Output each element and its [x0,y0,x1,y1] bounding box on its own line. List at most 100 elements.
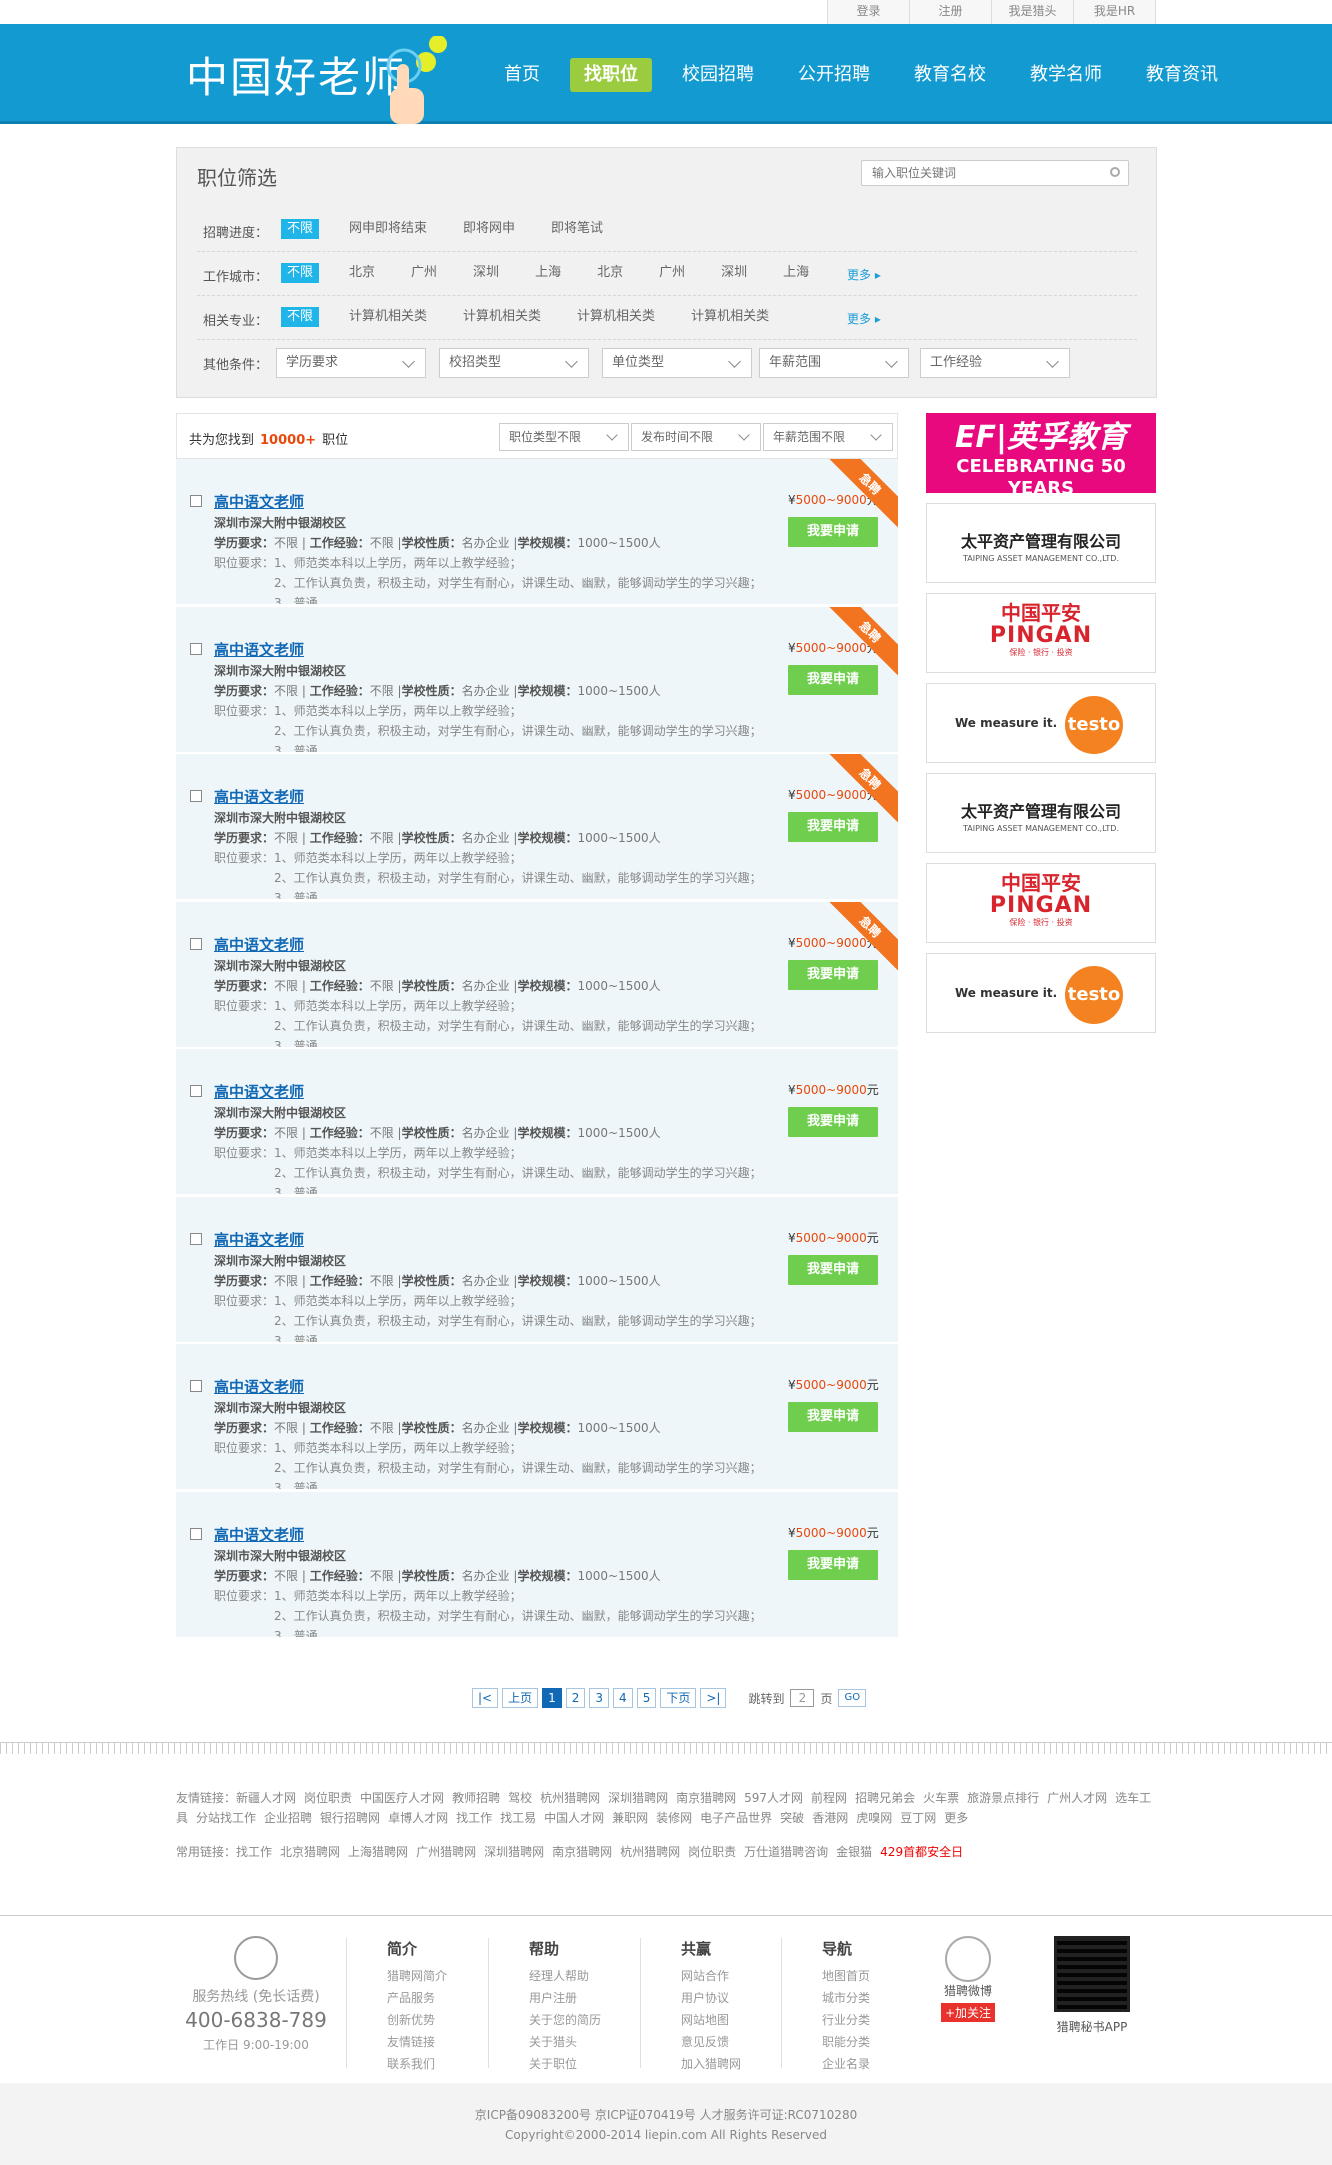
footer-link[interactable]: 城市分类 [822,1987,911,2009]
more-majors-link[interactable]: 更多 ▸ [847,310,881,327]
ad-pingan[interactable]: 中国平安 PINGAN 保险 · 银行 · 投资 [926,863,1156,943]
filter-option[interactable]: 不限 [281,307,320,327]
job-school[interactable]: 深圳市深大附中银湖校区 [214,957,346,974]
footer-link[interactable]: 关于猎头 [529,2031,618,2053]
apply-button[interactable]: 我要申请 [788,1549,878,1580]
nav-home[interactable]: 首页 [490,58,554,92]
friend-link[interactable]: 597人才网 [744,1791,803,1805]
filter-option[interactable]: 上海 [777,263,815,283]
friend-link[interactable]: 突破 [780,1811,804,1825]
friend-link[interactable]: 新疆人才网 [236,1791,296,1805]
job-checkbox[interactable] [190,1085,202,1097]
footer-link[interactable]: 猎聘网简介 [387,1965,476,1987]
common-link[interactable]: 广州猎聘网 [416,1845,476,1859]
friend-link[interactable]: 深圳猎聘网 [608,1791,668,1805]
apply-button[interactable]: 我要申请 [788,959,878,990]
apply-button[interactable]: 我要申请 [788,517,878,547]
filter-option[interactable]: 即将笔试 [545,219,609,239]
filter-option[interactable]: 计算机相关类 [457,307,547,327]
friend-link[interactable]: 教师招聘 [452,1791,500,1805]
filter-option[interactable]: 广州 [653,263,691,283]
nav-campus[interactable]: 校园招聘 [668,58,768,92]
friend-link[interactable]: 驾校 [508,1791,532,1805]
nav-schools[interactable]: 教育名校 [900,58,1000,92]
friend-link[interactable]: 更多 [944,1811,968,1825]
footer-link[interactable]: 产品服务 [387,1987,476,2009]
jump-page-input[interactable]: 2 [790,1689,815,1707]
footer-link[interactable]: 关于职位 [529,2053,618,2075]
keyword-search-input[interactable] [862,161,1092,185]
register-link[interactable]: 注册 [910,0,992,24]
job-school[interactable]: 深圳市深大附中银湖校区 [214,1252,346,1269]
common-link[interactable]: 金银猫 [836,1845,872,1859]
job-title-link[interactable]: 高中语文老师 [214,1376,304,1397]
nav-news[interactable]: 教育资讯 [1132,58,1232,92]
filter-option[interactable]: 深圳 [467,263,505,283]
friend-link[interactable]: 招聘兄弟会 [855,1791,915,1805]
job-checkbox[interactable] [190,642,202,655]
publish-time-select[interactable]: 发布时间不限 [631,423,761,451]
job-school[interactable]: 深圳市深大附中银湖校区 [214,662,346,679]
common-link[interactable]: 找工作 [236,1845,272,1859]
search-icon[interactable] [1110,167,1120,177]
filter-option[interactable]: 不限 [281,219,320,239]
job-checkbox[interactable] [190,937,202,950]
footer-link[interactable]: 用户注册 [529,1987,618,2009]
footer-link[interactable]: 关于您的简历 [529,2009,618,2031]
footer-link[interactable]: 职能分类 [822,2031,911,2053]
friend-link[interactable]: 企业招聘 [264,1811,312,1825]
job-school[interactable]: 深圳市深大附中银湖校区 [214,1547,346,1564]
education-select[interactable]: 学历要求 [276,348,426,378]
nav-find-jobs[interactable]: 找职位 [570,58,652,92]
job-checkbox[interactable] [190,790,202,802]
footer-link[interactable]: 网站合作 [681,1965,770,1987]
ad-testo[interactable]: We measure it. testo [926,683,1156,763]
experience-select[interactable]: 工作经验 [920,348,1070,378]
footer-link[interactable]: 创新优势 [387,2009,476,2031]
friend-link[interactable]: 装修网 [656,1811,692,1825]
job-title-link[interactable]: 高中语文老师 [214,934,304,955]
friend-link[interactable]: 豆丁网 [900,1811,936,1825]
page-number[interactable]: 5 [636,1688,657,1708]
headhunter-link[interactable]: 我是猎头 [992,0,1074,24]
go-button[interactable]: GO [838,1689,867,1707]
footer-link[interactable]: 行业分类 [822,2009,911,2031]
job-checkbox[interactable] [190,495,202,507]
job-checkbox[interactable] [190,1380,202,1392]
apply-button[interactable]: 我要申请 [788,664,878,695]
footer-link[interactable]: 意见反馈 [681,2031,770,2053]
unit-type-select[interactable]: 单位类型 [602,348,752,378]
friend-link[interactable]: 银行招聘网 [320,1811,380,1825]
friend-link[interactable]: 杭州猎聘网 [540,1791,600,1805]
nav-teachers[interactable]: 教学名师 [1016,58,1116,92]
hr-link[interactable]: 我是HR [1074,0,1156,24]
friend-link[interactable]: 电子产品世界 [700,1811,772,1825]
filter-option[interactable]: 上海 [529,263,567,283]
friend-link[interactable]: 卓博人才网 [388,1811,448,1825]
filter-option[interactable]: 即将网申 [457,219,521,239]
ad-taiping[interactable]: 太平资产管理有限公司 TAIPING ASSET MANAGEMENT CO.,… [926,503,1156,583]
filter-option[interactable]: 网申即将结束 [343,219,433,239]
friend-link[interactable]: 找工易 [500,1811,536,1825]
prev-page-button[interactable]: 上页 [502,1688,539,1708]
first-page-button[interactable]: |< [472,1688,499,1708]
weibo-icon[interactable] [945,1936,991,1982]
job-title-link[interactable]: 高中语文老师 [214,1081,304,1102]
apply-button[interactable]: 我要申请 [788,1402,878,1432]
page-number[interactable]: 2 [565,1688,586,1708]
filter-option[interactable]: 计算机相关类 [685,307,775,327]
page-number[interactable]: 4 [613,1688,633,1708]
job-school[interactable]: 深圳市深大附中银湖校区 [214,1104,346,1121]
job-title-link[interactable]: 高中语文老师 [214,1524,304,1545]
job-title-link[interactable]: 高中语文老师 [214,639,304,660]
friend-link[interactable]: 南京猎聘网 [676,1791,736,1805]
filter-option[interactable]: 计算机相关类 [343,307,433,327]
job-type-select[interactable]: 职位类型不限 [499,423,629,451]
login-link[interactable]: 登录 [828,0,910,24]
ad-ef-education[interactable]: EF|英孚教育 CELEBRATING 50 YEARS [926,413,1156,499]
page-number[interactable]: 3 [589,1688,610,1708]
common-link[interactable]: 南京猎聘网 [552,1845,612,1859]
common-link[interactable]: 深圳猎聘网 [484,1845,544,1859]
next-page-button[interactable]: 下页 [660,1688,697,1708]
friend-link[interactable]: 中国人才网 [544,1811,604,1825]
